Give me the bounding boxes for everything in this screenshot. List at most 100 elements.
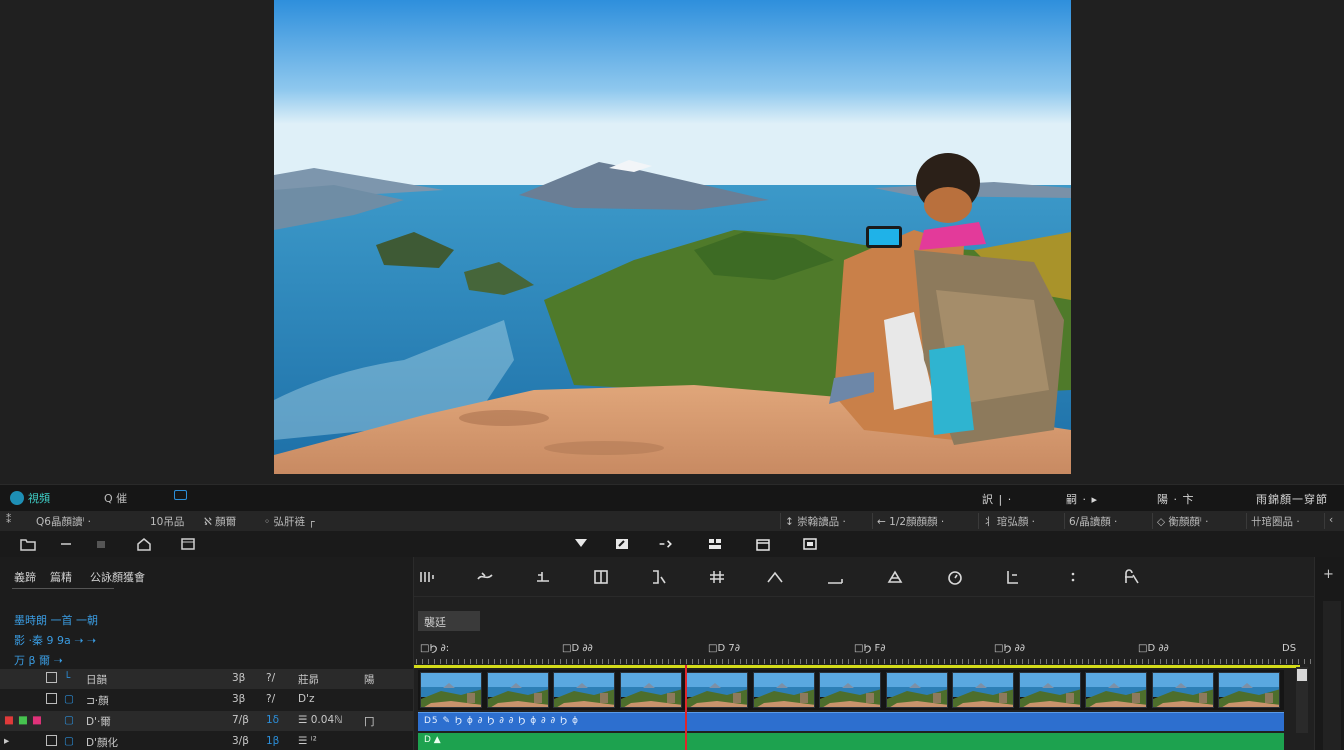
mask-icon[interactable] (886, 569, 904, 585)
bracket-icon[interactable] (1004, 569, 1022, 585)
track-group-title[interactable]: 墨時朗 一首 一朝 (14, 612, 98, 628)
ruler-label: □Ⅾ ∂∂ (1138, 643, 1169, 654)
square-icon[interactable] (94, 537, 110, 551)
transform-icon[interactable] (658, 537, 674, 551)
right-tool-4[interactable]: 雨錦顏一穿節 (1256, 491, 1328, 507)
tab-chat[interactable] (174, 490, 187, 500)
playhead[interactable] (685, 665, 688, 750)
track-row[interactable]: ■ ■ ■ ▢ Ⅾ'·爾 7/β 1δ ☰ 0.04ℕ 冂 (0, 711, 414, 731)
track-group-controls[interactable]: 影 ·秦 9 9a ➝ ➝ (14, 632, 96, 648)
track-col1: 7/β (232, 714, 249, 726)
folder-icon[interactable] (20, 537, 36, 551)
crop-icon[interactable] (592, 569, 610, 585)
track-row[interactable]: └ 日韻 3β ?/ 莊昴 陽 (0, 669, 414, 689)
track-row[interactable]: ▢ ⊐·顏 3β ?/ Ⅾ'z (0, 690, 414, 710)
fx-icon[interactable] (1122, 569, 1140, 585)
toolbar2-right-item[interactable]: ↕ 崇翰讀品 · (780, 513, 850, 529)
preview-frame[interactable] (274, 0, 1071, 474)
right-tool-2[interactable]: 嗣 · ▸ (1066, 491, 1098, 507)
tab-media-label: 視頻 (28, 492, 50, 505)
timeline-toolbar (414, 557, 1314, 597)
tab-media[interactable]: 視頻 (10, 490, 50, 506)
video-editor-window: 視頻 Q 催 訳 | · 嗣 · ▸ 陽 · 卞 雨錦顏一穿節 ⁑ Q6晶顏讀ⁱ… (0, 0, 1344, 750)
split-icon[interactable] (418, 569, 436, 585)
video-track[interactable] (418, 670, 1284, 710)
tab-underline (12, 588, 114, 589)
toolbar2-right-item[interactable]: ◇ 衡顏顏ⁱ · (1152, 513, 1212, 529)
overlay-track[interactable]: Ⅾ ▲ (418, 733, 1284, 750)
video-thumbnail (819, 672, 881, 708)
timeline-scrollbar[interactable] (1296, 667, 1308, 733)
right-scrollbar[interactable] (1323, 601, 1341, 750)
right-side-strip: + (1314, 557, 1344, 750)
track-row[interactable]: ▸ ▢ Ⅾ'顏化 3/β 1β ☰ ⁱ² (0, 732, 414, 750)
video-thumbnail (1085, 672, 1147, 708)
panel-tab-strip: 視頻 Q 催 訳 | · 嗣 · ▸ 陽 · 卞 雨錦顏一穿節 (0, 484, 1344, 511)
track-col2: ?/ (266, 672, 276, 684)
track-visibility-checkbox[interactable] (46, 735, 57, 746)
track-group-options[interactable]: 万 β 爾 ➝ (14, 652, 63, 668)
toolbar2-item[interactable]: ⁑ (6, 514, 11, 526)
track-name: 日韻 (86, 674, 107, 686)
transition-icon[interactable] (476, 569, 494, 585)
track-col1: 3/β (232, 735, 249, 747)
window-icon[interactable] (180, 537, 196, 551)
toolbar2-item[interactable]: ◦ 弘肝裢 ┌ (264, 514, 315, 529)
tab-tracks[interactable]: 義蹄 (14, 569, 36, 585)
preview-image (274, 0, 1071, 474)
audio-track[interactable]: Ⅾ5 ✎ Ϧ ϕ ∂ Ϧ ∂ ∂ Ϧ ϕ ∂ ∂ Ϧ ϕ (418, 712, 1284, 731)
home-icon[interactable] (136, 537, 152, 551)
filter-icon[interactable] (573, 537, 589, 551)
speed-icon[interactable] (650, 569, 668, 585)
track-col1: 3β (232, 672, 246, 684)
toolbar2-item[interactable]: ℵ 顏爾 (204, 514, 236, 529)
right-tool-1[interactable]: 訳 | · (982, 491, 1012, 507)
toolbar2-item[interactable]: Q6晶顏讀ⁱ · (36, 514, 91, 529)
calendar-icon[interactable] (755, 537, 771, 551)
tab-effects[interactable]: 篇精 (50, 569, 72, 585)
toolbar2-right-item[interactable]: ‹ (1324, 513, 1337, 529)
toolbar2-right-item[interactable]: ← 1/2顏顏顏 · (872, 513, 948, 529)
preview-area (0, 0, 1344, 484)
track-col2: ?/ (266, 693, 276, 705)
video-thumbnail (1151, 672, 1214, 708)
time-ruler[interactable]: □Ϧ ∂: □Ⅾ ∂∂ □Ⅾ 7∂ □Ϧ Ϝ∂ □Ϧ ∂∂ □Ⅾ ∂∂ ⅮS (416, 641, 1312, 667)
mountain-icon[interactable] (766, 569, 784, 585)
track-name: Ⅾ'顏化 (86, 737, 118, 749)
text-icon[interactable] (534, 569, 552, 585)
track-flag-icon: ■ (4, 714, 14, 726)
scrollbar-thumb[interactable] (1297, 669, 1307, 681)
add-panel-icon[interactable]: + (1323, 567, 1334, 582)
track-visibility-checkbox[interactable] (46, 693, 57, 704)
track-lock-icon[interactable]: ■ (18, 714, 28, 726)
track-col3: Ⅾ'z (298, 693, 315, 705)
colon-icon[interactable] (1064, 569, 1082, 585)
video-thumbnail (752, 672, 815, 708)
track-col4: 陽 (364, 674, 375, 686)
edit-icon[interactable] (614, 537, 630, 551)
track-type-icon: ▢ (64, 714, 74, 726)
line-icon[interactable] (826, 569, 844, 585)
minus-icon[interactable] (58, 537, 74, 551)
stop-icon[interactable] (802, 537, 818, 551)
grid-icon[interactable] (707, 537, 723, 551)
toolbar2-right-item[interactable]: 6/晶讀顏 · (1064, 513, 1121, 529)
right-tool-3[interactable]: 陽 · 卞 (1157, 491, 1195, 507)
track-col3: 莊昴 (298, 674, 319, 686)
toolbar2-item[interactable]: 10吊品 (150, 514, 184, 529)
track-expand-icon[interactable]: ▸ (4, 735, 9, 747)
timer-icon[interactable] (946, 569, 964, 585)
toolbar2-right-item[interactable]: 丬 琯弘顏 · (978, 513, 1039, 529)
video-thumbnail (619, 672, 682, 708)
video-thumbnail (952, 672, 1014, 708)
timeline-sequence-label[interactable]: 襲廷 (418, 611, 480, 631)
track-type-icon: └ (64, 672, 71, 684)
toolbar2-right-item[interactable]: 卄琯圈品 · (1246, 513, 1304, 529)
tab-properties[interactable]: 公詠顏獲會 (90, 569, 145, 585)
track-col3: ☰ 0.04ℕ (298, 714, 343, 726)
track-visibility-checkbox[interactable] (46, 672, 57, 683)
tab-search[interactable]: Q 催 (104, 490, 127, 506)
hash-icon[interactable] (708, 569, 726, 585)
work-area-bar[interactable] (414, 665, 1300, 668)
track-mute-icon[interactable]: ■ (32, 714, 42, 726)
